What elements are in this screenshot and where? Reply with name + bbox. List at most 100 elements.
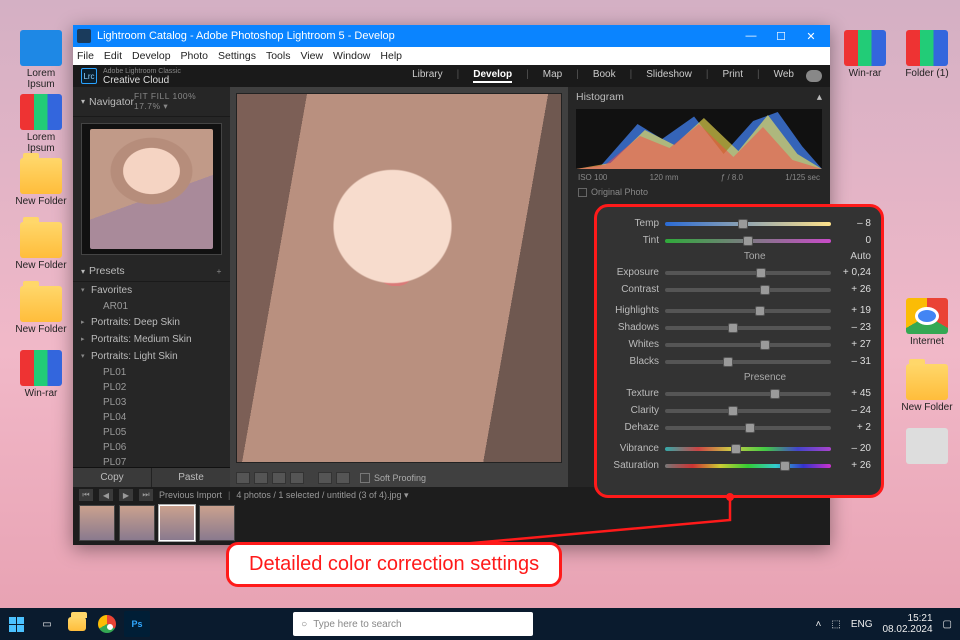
menu-develop[interactable]: Develop [132, 50, 171, 62]
auto-tone-button[interactable]: Auto [850, 251, 871, 262]
filmstrip-last-button[interactable]: ⏭ [139, 489, 153, 501]
desktop-icon[interactable]: Lorem Ipsum [14, 94, 68, 154]
desktop-icon[interactable]: Lorem Ipsum [14, 30, 68, 90]
maximize-button[interactable]: ☐ [766, 30, 796, 43]
contrast-slider[interactable] [665, 288, 831, 292]
filmstrip-thumb[interactable] [79, 505, 115, 541]
preset-item[interactable]: PL03 [73, 395, 230, 410]
module-develop[interactable]: Develop [473, 69, 512, 83]
compare-button[interactable] [272, 472, 286, 484]
preset-item[interactable]: PL05 [73, 425, 230, 440]
photoshop-icon[interactable]: Ps [124, 611, 150, 637]
menu-file[interactable]: File [77, 50, 94, 62]
cloud-sync-icon[interactable] [806, 70, 822, 82]
loupe-view-button[interactable] [236, 472, 250, 484]
menu-tools[interactable]: Tools [266, 50, 291, 62]
minimize-button[interactable]: — [736, 30, 766, 42]
explorer-icon[interactable] [64, 611, 90, 637]
preset-group[interactable]: Favorites [73, 282, 230, 299]
temp-slider[interactable] [665, 222, 831, 226]
menu-help[interactable]: Help [380, 50, 402, 62]
module-book[interactable]: Book [593, 69, 616, 83]
menu-settings[interactable]: Settings [218, 50, 256, 62]
image-viewer[interactable] [236, 93, 562, 463]
presets-header[interactable]: ▾ Presets + [73, 261, 230, 282]
titlebar[interactable]: Lightroom Catalog - Adobe Photoshop Ligh… [73, 25, 830, 47]
desktop-icon[interactable]: Folder (1) [900, 30, 954, 79]
shadows-slider[interactable] [665, 326, 831, 330]
taskview-icon[interactable]: ▭ [34, 611, 60, 637]
navigator-header[interactable]: ▾ Navigator FIT FILL 100% 17.7% ▾ [73, 87, 230, 117]
annotation-label: Detailed color correction settings [226, 542, 562, 587]
desktop-icon[interactable] [900, 428, 954, 466]
module-print[interactable]: Print [722, 69, 743, 83]
module-map[interactable]: Map [543, 69, 562, 83]
desktop-icon[interactable]: New Folder [900, 364, 954, 413]
chrome-icon[interactable] [94, 611, 120, 637]
preset-group[interactable]: Portraits: Light Skin [73, 348, 230, 365]
close-button[interactable]: ✕ [796, 30, 826, 43]
saturation-slider[interactable] [665, 464, 831, 468]
histogram-chart[interactable] [576, 109, 822, 169]
preset-item[interactable]: PL01 [73, 365, 230, 380]
preset-item[interactable]: PL06 [73, 440, 230, 455]
histogram-collapse-icon[interactable]: ▴ [817, 91, 822, 103]
taskbar-search[interactable]: ○ Type here to search [293, 612, 533, 636]
desktop-icon[interactable]: Internet [900, 298, 954, 347]
highlights-slider[interactable] [665, 309, 831, 313]
tray-clock[interactable]: 15:21 08.02.2024 [882, 613, 932, 635]
preset-group[interactable]: Portraits: Medium Skin [73, 331, 230, 348]
menu-edit[interactable]: Edit [104, 50, 122, 62]
filmstrip-next-button[interactable]: ▶ [119, 489, 133, 501]
grid-button[interactable] [318, 472, 332, 484]
desktop-icon[interactable]: Win-rar [14, 350, 68, 399]
lrc-badge: Lrc [81, 68, 97, 84]
tray-lang[interactable]: ENG [851, 619, 873, 630]
whites-slider[interactable] [665, 343, 831, 347]
desktop-icon[interactable]: New Folder [14, 286, 68, 335]
start-button[interactable] [0, 608, 32, 640]
menu-photo[interactable]: Photo [181, 50, 208, 62]
soft-proofing-checkbox[interactable] [360, 473, 370, 483]
vibrance-slider[interactable] [665, 447, 831, 451]
tray-network-icon[interactable]: ⬚ [831, 619, 840, 630]
exposure-slider[interactable] [665, 271, 831, 275]
filmstrip-source[interactable]: Previous Import [159, 490, 222, 500]
navigator-thumb[interactable] [81, 123, 222, 255]
menu-view[interactable]: View [300, 50, 323, 62]
dehaze-slider[interactable] [665, 426, 831, 430]
copy-button[interactable]: Copy [73, 468, 151, 487]
desktop-icon[interactable]: New Folder [14, 222, 68, 271]
desktop-icon[interactable]: Win-rar [838, 30, 892, 79]
blacks-slider[interactable] [665, 360, 831, 364]
taskbar: ▭ Ps ○ Type here to search ˄ ⬚ ENG 15:21… [0, 608, 960, 640]
desktop-icon[interactable]: New Folder [14, 158, 68, 207]
module-web[interactable]: Web [774, 69, 794, 83]
texture-slider[interactable] [665, 392, 831, 396]
menu-window[interactable]: Window [333, 50, 370, 62]
filmstrip-thumb[interactable] [199, 505, 235, 541]
tray-notifications-icon[interactable]: ▢ [943, 619, 952, 630]
paste-button[interactable]: Paste [151, 468, 230, 487]
filmstrip-thumb[interactable] [159, 505, 195, 541]
preset-group[interactable]: Portraits: Deep Skin [73, 314, 230, 331]
tint-slider[interactable] [665, 239, 831, 243]
preset-item[interactable]: PL07 [73, 455, 230, 467]
filmstrip-prev-button[interactable]: ◀ [99, 489, 113, 501]
center-panel: Soft Proofing [230, 87, 568, 487]
ref-view-button[interactable] [290, 472, 304, 484]
preset-item[interactable]: PL02 [73, 380, 230, 395]
survey-button[interactable] [336, 472, 350, 484]
preset-item[interactable]: AR01 [73, 299, 230, 314]
preset-item[interactable]: PL04 [73, 410, 230, 425]
tray-chevron-icon[interactable]: ˄ [816, 619, 822, 630]
filmstrip-info: 4 photos / 1 selected / untitled (3 of 4… [236, 490, 408, 501]
before-after-button[interactable] [254, 472, 268, 484]
clarity-slider[interactable] [665, 409, 831, 413]
filmstrip-first-button[interactable]: ⏮ [79, 489, 93, 501]
search-icon: ○ [301, 619, 307, 630]
module-library[interactable]: Library [412, 69, 443, 83]
left-panel: ▾ Navigator FIT FILL 100% 17.7% ▾ ▾ Pres… [73, 87, 230, 487]
module-slideshow[interactable]: Slideshow [646, 69, 692, 83]
filmstrip-thumb[interactable] [119, 505, 155, 541]
